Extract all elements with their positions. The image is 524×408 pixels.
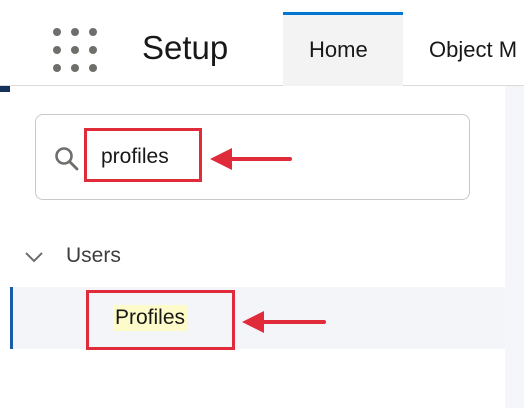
arrow-left-icon bbox=[242, 311, 326, 333]
tab-object-manager-label: Object M bbox=[429, 37, 518, 62]
tab-home-label: Home bbox=[309, 37, 368, 62]
tree-group-users[interactable]: Users bbox=[66, 244, 121, 268]
highlight-box-profiles bbox=[86, 290, 235, 350]
highlight-box-search bbox=[84, 128, 202, 182]
chevron-down-icon[interactable] bbox=[24, 250, 44, 264]
content-area-edge bbox=[505, 86, 524, 408]
tab-home[interactable]: Home bbox=[283, 12, 403, 86]
app-launcher-icon[interactable] bbox=[53, 28, 97, 72]
search-icon bbox=[55, 147, 79, 171]
tab-object-manager[interactable]: Object M bbox=[405, 12, 524, 86]
global-header: Setup Home Object M bbox=[0, 0, 524, 86]
arrow-left-icon bbox=[210, 148, 292, 170]
app-title: Setup bbox=[142, 29, 229, 66]
left-edge-accent bbox=[0, 86, 10, 92]
